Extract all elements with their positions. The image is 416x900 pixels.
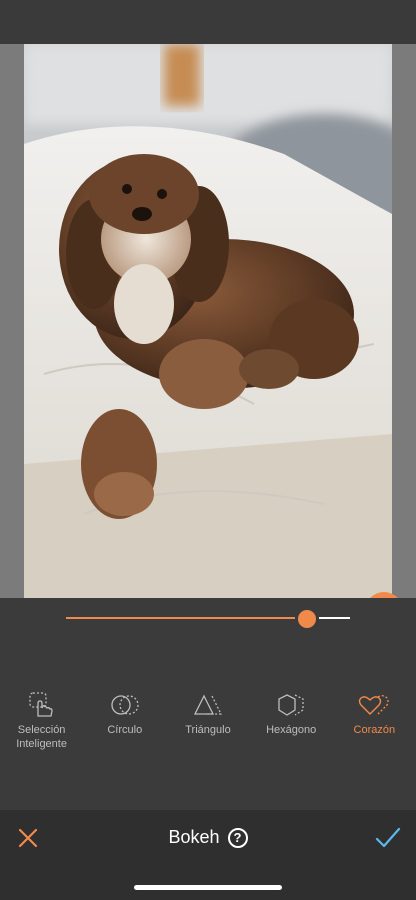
bokeh-shape-toolbar: Selección Inteligente Círculo Triángulo (0, 688, 416, 808)
circle-icon (110, 688, 140, 722)
slider-fill (66, 617, 296, 619)
intensity-panel (0, 598, 416, 688)
photo-canvas (0, 44, 416, 630)
triangle-icon (193, 688, 223, 722)
tool-label: Círculo (107, 724, 143, 736)
slider-track (319, 617, 350, 619)
dog-photo[interactable] (24, 44, 392, 598)
hexagon-icon (276, 688, 306, 722)
tool-hexagon[interactable]: Hexágono (252, 688, 330, 808)
dog-photo-image (24, 44, 392, 598)
home-indicator (134, 885, 282, 890)
tool-label: Triángulo (185, 724, 231, 736)
title-group: Bokeh ? (0, 827, 416, 848)
page-title: Bokeh (168, 827, 220, 847)
tool-smart-selection[interactable]: Selección Inteligente (3, 688, 81, 808)
confirm-button[interactable] (375, 826, 401, 850)
bokeh-editor-screen: Selección Inteligente Círculo Triángulo (0, 0, 416, 900)
status-bar-area (0, 0, 416, 44)
intensity-slider[interactable] (66, 610, 350, 628)
slider-thumb[interactable] (298, 610, 317, 628)
tool-label-line2: Inteligente (16, 738, 67, 750)
tool-triangle[interactable]: Triángulo (169, 688, 247, 808)
tool-label: Hexágono (266, 724, 317, 736)
help-icon[interactable]: ? (227, 827, 248, 848)
checkmark-icon (375, 827, 401, 848)
smart-selection-icon (27, 688, 57, 722)
tool-circle[interactable]: Círculo (86, 688, 164, 808)
tool-heart[interactable]: Corazón (335, 688, 413, 808)
bottom-action-bar: Bokeh ? (0, 810, 416, 900)
heart-icon (358, 688, 390, 722)
tool-label: Selección (17, 724, 66, 736)
tool-label: Corazón (353, 724, 396, 736)
